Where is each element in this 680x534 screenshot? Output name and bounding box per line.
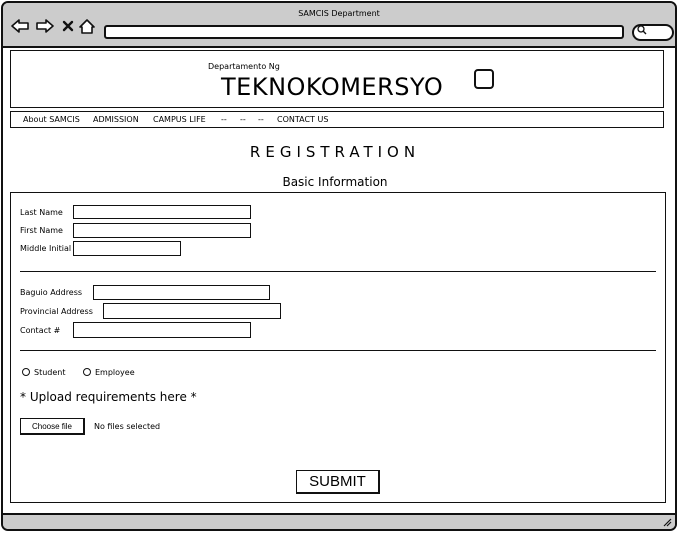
window-title: SAMCIS Department	[298, 9, 380, 18]
middle-initial-input[interactable]	[73, 241, 181, 256]
last-name-input[interactable]	[73, 205, 251, 219]
registration-form	[10, 192, 666, 503]
last-name-label: Last Name	[20, 208, 63, 217]
section-title: Basic Information	[282, 175, 388, 189]
divider	[20, 271, 656, 272]
back-arrow-icon[interactable]	[11, 19, 29, 36]
choose-file-button[interactable]: Choose file	[20, 418, 85, 435]
upload-requirements-label: * Upload requirements here *	[20, 390, 197, 404]
menu-item-admission[interactable]: ADMISSION	[93, 115, 139, 124]
contact-label: Contact #	[20, 326, 61, 335]
menu-item-placeholder[interactable]: --	[258, 115, 264, 124]
baguio-address-label: Baguio Address	[20, 288, 83, 297]
provincial-address-label: Provincial Address	[20, 307, 93, 316]
site-brand: TEKNOKOMERSYO	[221, 73, 444, 101]
page-title: REGISTRATION	[249, 143, 421, 161]
menu-item-placeholder[interactable]: --	[221, 115, 227, 124]
menu-item-placeholder[interactable]: --	[240, 115, 246, 124]
resize-grip-icon[interactable]	[663, 518, 672, 529]
header-checkbox[interactable]	[474, 69, 494, 89]
header-subtitle: Departamento Ng	[208, 62, 280, 71]
browser-titlebar: SAMCIS Department	[3, 3, 675, 48]
submit-button[interactable]: SUBMIT	[296, 470, 380, 494]
employee-radio[interactable]	[83, 368, 91, 376]
first-name-label: First Name	[20, 226, 63, 235]
menu-item-campus-life[interactable]: CAMPUS LIFE	[153, 115, 206, 124]
search-icon[interactable]	[637, 25, 647, 38]
student-radio[interactable]	[22, 368, 30, 376]
address-bar[interactable]	[104, 25, 624, 39]
divider	[20, 350, 656, 351]
file-status: No files selected	[94, 422, 161, 431]
provincial-address-input[interactable]	[103, 303, 281, 319]
student-radio-label: Student	[34, 368, 66, 377]
close-icon[interactable]	[62, 19, 74, 35]
home-icon[interactable]	[79, 19, 95, 37]
baguio-address-input[interactable]	[93, 285, 270, 300]
menu-item-contact[interactable]: CONTACT US	[277, 115, 328, 124]
middle-initial-label: Middle Initial	[20, 244, 72, 253]
forward-arrow-icon[interactable]	[36, 19, 54, 36]
employee-radio-label: Employee	[95, 368, 135, 377]
browser-statusbar	[3, 513, 675, 529]
contact-input[interactable]	[73, 322, 251, 338]
menu-item-about[interactable]: About SAMCIS	[23, 115, 80, 124]
first-name-input[interactable]	[73, 223, 251, 238]
